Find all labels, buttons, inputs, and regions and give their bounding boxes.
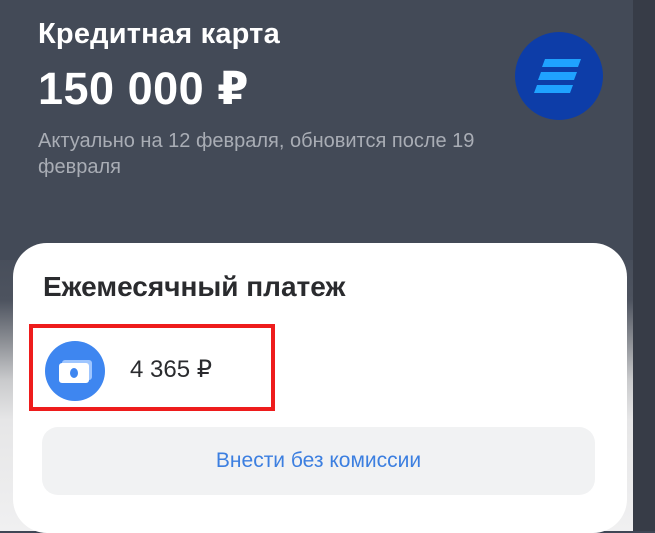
- credit-limit-amount: 150 000 ₽: [38, 63, 249, 114]
- product-title: Кредитная карта: [38, 18, 280, 50]
- scroll-edge: [633, 0, 655, 531]
- highlight-box: [29, 324, 275, 411]
- pay-without-commission-button[interactable]: Внести без комиссии: [42, 427, 595, 495]
- bank-logo-icon: [515, 32, 603, 120]
- update-info-text: Актуально на 12 февраля, обновится после…: [38, 130, 475, 178]
- card-title: Ежемесячный платеж: [43, 271, 346, 302]
